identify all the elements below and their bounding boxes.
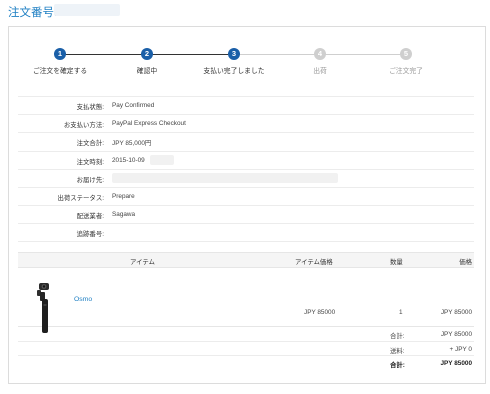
- column-header-item: アイテム: [130, 258, 155, 266]
- step-number: 1: [54, 48, 66, 60]
- order-total-value: JPY 85,000円: [112, 140, 152, 148]
- order-progress: 1 ご注文を確定する 2 確認中 3 支払い完了しました 4 出荷 5 ご注文完…: [18, 48, 474, 78]
- order-total-row: 注文合計: JPY 85,000円: [18, 132, 474, 150]
- shipping-fee-value: + JPY 0: [449, 345, 472, 353]
- field-label: 出荷ステータス:: [57, 194, 104, 202]
- payment-status-value: Pay Confirmed: [112, 102, 155, 109]
- subtotal-row: 合計: JPY 85000: [18, 327, 474, 342]
- step-label: 支払い完了しました: [203, 68, 265, 75]
- item-price: JPY 85000: [304, 309, 336, 316]
- carrier-row: 配送業者: Sagawa: [18, 205, 474, 223]
- step-label: 確認中: [136, 68, 158, 75]
- product-name-link[interactable]: Osmo: [74, 296, 92, 303]
- order-date-row: 注文時刻: 2015-10-09: [18, 150, 474, 169]
- step-label: ご注文完了: [389, 68, 423, 75]
- order-date-value: 2015-10-09: [112, 156, 145, 164]
- shipping-fee-row: 送料: + JPY 0: [18, 342, 474, 356]
- table-header: アイテム アイテム価格 数量 価格: [18, 252, 474, 268]
- order-number-redacted: [54, 4, 120, 16]
- step-2: 2 確認中: [97, 48, 197, 75]
- step-5: 5 ご注文完了: [356, 48, 456, 75]
- step-1: 1 ご注文を確定する: [10, 48, 110, 75]
- field-label: 配送業者:: [76, 213, 104, 221]
- shipping-status-row: 出荷ステータス: Prepare: [18, 186, 474, 205]
- item-amount: JPY 85000: [440, 309, 472, 316]
- step-number: 2: [141, 48, 153, 60]
- shipping-address-row: お届け先:: [18, 168, 474, 187]
- subtotal-value: JPY 85000: [440, 331, 472, 338]
- payment-status-row: 支払状態: Pay Confirmed: [18, 96, 474, 114]
- step-number: 3: [228, 48, 240, 60]
- grand-total-label: 合計:: [390, 362, 405, 369]
- shipping-status-value: Prepare: [112, 192, 135, 200]
- field-label: 追跡番号:: [76, 231, 104, 239]
- field-label: 支払状態:: [76, 104, 104, 111]
- field-label: 注文時刻:: [76, 158, 104, 166]
- order-title: 注文番号:: [8, 7, 58, 19]
- step-4: 4 出荷: [270, 48, 370, 75]
- item-quantity: 1: [399, 309, 403, 316]
- column-header-price: アイテム価格: [295, 258, 333, 266]
- subtotal-label: 合計:: [390, 333, 405, 340]
- field-label: お届け先:: [76, 176, 104, 184]
- step-number: 4: [314, 48, 326, 60]
- items-table: アイテム アイテム価格 数量 価格 Osmo JPY 85000 1 JPY 8…: [18, 252, 474, 371]
- step-3: 3 支払い完了しました: [184, 48, 284, 75]
- shipping-address-redacted: [112, 172, 338, 183]
- field-label: お支払い方法:: [63, 122, 104, 130]
- step-number: 5: [400, 48, 412, 60]
- payment-method-row: お支払い方法: PayPal Express Checkout: [18, 114, 474, 132]
- table-row: Osmo JPY 85000 1 JPY 85000: [18, 268, 474, 333]
- shipping-fee-label: 送料:: [390, 347, 405, 355]
- tracking-row: 追跡番号:: [18, 223, 474, 242]
- order-time-redacted: [150, 154, 174, 165]
- step-label: ご注文を確定する: [32, 68, 88, 75]
- carrier-value: Sagawa: [112, 211, 136, 219]
- step-label: 出荷: [313, 68, 327, 75]
- payment-method-value: PayPal Express Checkout: [112, 120, 186, 128]
- order-info: 支払状態: Pay Confirmed お支払い方法: PayPal Expre…: [18, 96, 474, 242]
- grand-total-value: JPY 85000: [440, 360, 472, 367]
- field-label: 注文合計:: [76, 140, 104, 148]
- column-header-qty: 数量: [390, 258, 403, 266]
- grand-total-row: 合計: JPY 85000: [18, 356, 474, 371]
- column-header-amount: 価格: [459, 258, 472, 266]
